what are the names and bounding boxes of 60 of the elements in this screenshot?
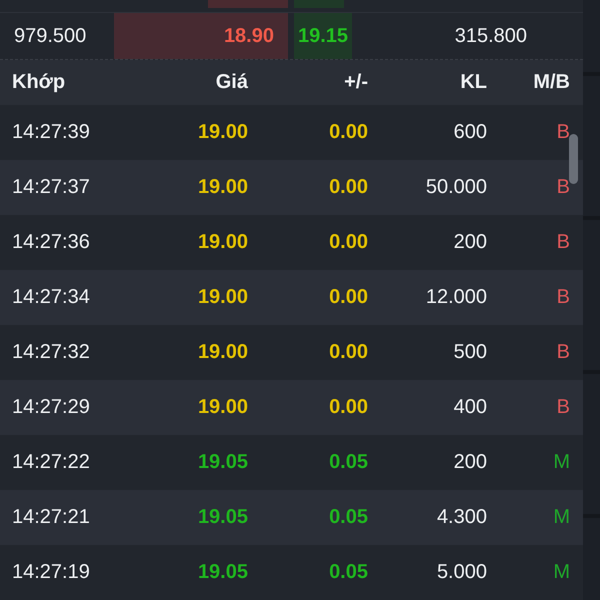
time-cell-text: 14:27:22 (11, 451, 91, 474)
price-cell-text: 19.00 (196, 231, 248, 254)
side-cell-text: B (556, 176, 570, 199)
volume-cell-text: 200 (452, 231, 487, 254)
price-cell-text: 19.05 (196, 561, 248, 584)
price-cell-text: 19.05 (196, 451, 248, 474)
volume-cell-text: 5.000 (436, 561, 487, 584)
volume-cell-text: 4.300 (436, 506, 487, 529)
side-tab[interactable] (583, 76, 600, 216)
volume-cell-text: 400 (452, 396, 487, 419)
price-cell-text: 19.00 (196, 396, 248, 419)
time-cell-text: 14:27:32 (11, 341, 91, 364)
time-cell-text: 14:27:39 (11, 121, 91, 144)
scrollbar-thumb[interactable] (569, 134, 578, 184)
side-cell-text: M (552, 561, 570, 584)
column-header: M/B (532, 71, 570, 94)
side-cell-text: M (552, 451, 570, 474)
change-cell-text: 0.00 (328, 286, 368, 309)
side-cell-text: B (556, 231, 570, 254)
change-cell-text: 0.05 (328, 561, 368, 584)
column-header: KL (459, 71, 487, 94)
change-cell-text: 0.05 (328, 451, 368, 474)
change-cell-text: 0.00 (328, 341, 368, 364)
side-tab[interactable] (583, 0, 600, 72)
price-cell-text: 19.00 (196, 176, 248, 199)
time-cell-text: 14:27:34 (11, 286, 91, 309)
time-cell-text: 14:27:21 (11, 506, 91, 529)
time-cell-text: 14:27:19 (11, 561, 91, 584)
side-cell-text: M (552, 506, 570, 529)
time-cell-text: 14:27:36 (11, 231, 91, 254)
volume-cell-text: 200 (452, 451, 487, 474)
change-cell-text: 0.00 (328, 396, 368, 419)
column-header: Giá (214, 71, 248, 94)
change-cell-text: 0.00 (328, 121, 368, 144)
side-cell-text: B (556, 341, 570, 364)
volume-cell-text: 500 (452, 341, 487, 364)
side-cell-text: B (556, 121, 570, 144)
time-cell-text: 14:27:29 (11, 396, 91, 419)
price-cell-text: 19.00 (196, 341, 248, 364)
ask-price: 19.15 (294, 13, 352, 59)
volume-cell-text: 50.000 (424, 176, 487, 199)
column-header: Khớp (11, 71, 66, 94)
bid-price: 18.90 (114, 13, 288, 59)
bid-volume: 979.500 (13, 24, 88, 48)
side-cell-text: B (556, 286, 570, 309)
side-cell-text: B (556, 396, 570, 419)
side-tab[interactable] (583, 518, 600, 600)
side-tab[interactable] (583, 220, 600, 370)
price-cell-text: 19.00 (196, 286, 248, 309)
volume-cell-text: 600 (452, 121, 487, 144)
column-header: +/- (343, 71, 368, 94)
price-cell-text: 19.05 (196, 506, 248, 529)
change-cell-text: 0.05 (328, 506, 368, 529)
time-cell-text: 14:27:37 (11, 176, 91, 199)
side-tab[interactable] (583, 374, 600, 514)
ask-volume: 315.800 (454, 24, 528, 48)
change-cell-text: 0.00 (328, 231, 368, 254)
price-cell-text: 19.00 (196, 121, 248, 144)
volume-cell-text: 12.000 (424, 286, 487, 309)
change-cell-text: 0.00 (328, 176, 368, 199)
